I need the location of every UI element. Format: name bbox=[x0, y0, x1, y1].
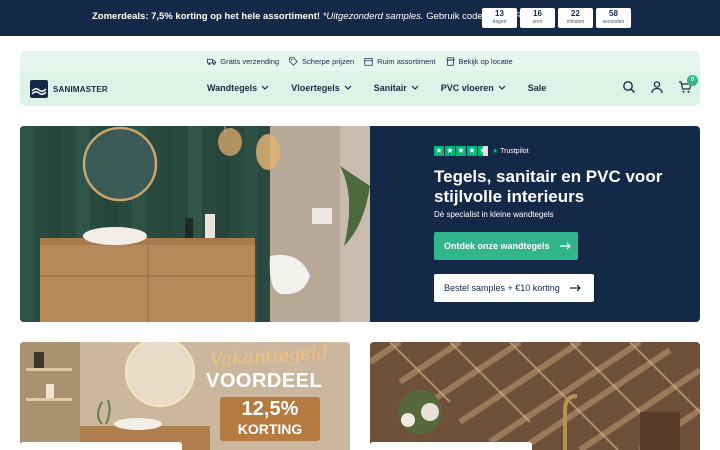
search-icon[interactable] bbox=[622, 80, 636, 94]
cart-icon[interactable]: 0 bbox=[678, 75, 698, 94]
arrow-right-icon bbox=[559, 242, 571, 250]
box-icon bbox=[364, 57, 373, 66]
trustpilot-stars: ★ ★ ★ ★ ★ bbox=[434, 146, 488, 156]
trustpilot-rating[interactable]: ★ ★ ★ ★ ★ ★ Trustpilot bbox=[434, 146, 529, 156]
hero-panel: ★ ★ ★ ★ ★ ★ Trustpilot Tegels, sanitair … bbox=[370, 126, 700, 322]
countdown-hours: 16 uren bbox=[520, 8, 555, 28]
vacation-money-banner[interactable]: Vakantiegeld VOORDEEL 12,5% KORTING bbox=[20, 342, 350, 450]
star-icon: ★ bbox=[467, 146, 477, 156]
hero-title: Tegels, sanitair en PVC voor stijlvolle … bbox=[434, 167, 663, 206]
nav-item-sanitair[interactable]: Sanitair bbox=[374, 83, 419, 93]
chevron-down-icon bbox=[261, 85, 269, 90]
countdown-minutes: 22 minuten bbox=[558, 8, 593, 28]
truck-icon bbox=[207, 58, 217, 65]
usp-assortment: Ruim assortiment bbox=[364, 57, 436, 66]
banner-voordeel: VOORDEEL bbox=[206, 370, 323, 392]
star-icon: ★ bbox=[456, 146, 466, 156]
site-logo[interactable]: SANIMASTER bbox=[30, 80, 108, 98]
discover-wall-tiles-button[interactable]: Ontdek onze wandtegels bbox=[434, 232, 578, 260]
chevron-down-icon bbox=[344, 85, 352, 90]
banner-card-strip bbox=[20, 442, 182, 450]
banner-card-strip bbox=[370, 442, 532, 450]
chevron-down-icon bbox=[411, 85, 419, 90]
star-icon: ★ bbox=[445, 146, 455, 156]
arrow-right-icon bbox=[569, 284, 581, 292]
usp-location: Bekijk op locatie bbox=[445, 56, 513, 66]
hero-bathroom-image bbox=[20, 126, 370, 322]
hero-section: ★ ★ ★ ★ ★ ★ Trustpilot Tegels, sanitair … bbox=[20, 126, 700, 322]
nav-actions: 0 bbox=[622, 75, 698, 94]
tiles-inspiration-banner[interactable] bbox=[370, 342, 700, 450]
chevron-down-icon bbox=[498, 85, 506, 90]
usp-prices: Scherpe prijzen bbox=[289, 57, 354, 66]
logo-wordmark: SANIMASTER bbox=[53, 84, 108, 94]
store-icon bbox=[445, 56, 455, 66]
star-half-icon: ★ bbox=[478, 146, 488, 156]
order-samples-button[interactable]: Bestel samples + €10 korting bbox=[434, 274, 594, 302]
discount-badge: 12,5% KORTING bbox=[220, 397, 320, 441]
usp-free-shipping: Gratis verzending bbox=[207, 57, 279, 66]
logo-mark-icon bbox=[30, 80, 48, 98]
trustpilot-label: ★ Trustpilot bbox=[492, 148, 529, 155]
herringbone-tiles-image bbox=[370, 342, 700, 450]
cart-count-badge: 0 bbox=[687, 75, 698, 86]
countdown-seconds: 58 seconden bbox=[596, 8, 631, 28]
nav-menu: Wandtegels Vloertegels Sanitair PVC vloe… bbox=[207, 83, 568, 93]
promo-text: Zomerdeals: 7,5% korting op het hele ass… bbox=[92, 11, 533, 22]
nav-item-wandtegels[interactable]: Wandtegels bbox=[207, 83, 269, 93]
promo-headline: Zomerdeals: 7,5% korting op het hele ass… bbox=[92, 11, 321, 22]
star-icon: ★ bbox=[434, 146, 444, 156]
countdown-timer: 13 dagen 16 uren 22 minuten 58 seconden bbox=[482, 8, 631, 28]
hero-subtitle: Dé specialist in kleine wandtegels bbox=[434, 210, 554, 219]
promo-bar: Zomerdeals: 7,5% korting op het hele ass… bbox=[0, 0, 720, 36]
nav-item-sale[interactable]: Sale bbox=[528, 83, 547, 93]
countdown-days: 13 dagen bbox=[482, 8, 517, 28]
promo-disclaimer: *Uitgezonderd samples. bbox=[322, 11, 424, 22]
nav-item-vloertegels[interactable]: Vloertegels bbox=[291, 83, 352, 93]
account-icon[interactable] bbox=[650, 80, 664, 94]
tag-icon bbox=[289, 56, 298, 66]
nav-item-pvc-vloeren[interactable]: PVC vloeren bbox=[441, 83, 506, 93]
main-nav: SANIMASTER Wandtegels Vloertegels Sanita… bbox=[20, 71, 700, 106]
usp-bar: Gratis verzending Scherpe prijzen Ruim a… bbox=[20, 51, 700, 71]
